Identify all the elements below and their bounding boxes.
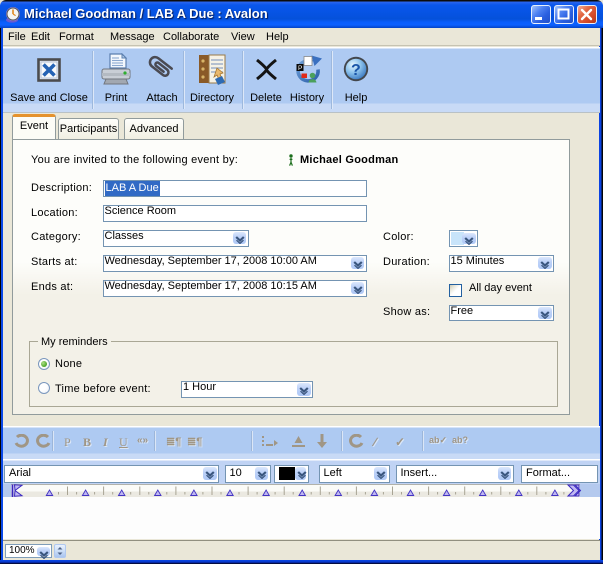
- svg-text:P: P: [298, 65, 302, 72]
- svg-text:?: ?: [351, 62, 361, 79]
